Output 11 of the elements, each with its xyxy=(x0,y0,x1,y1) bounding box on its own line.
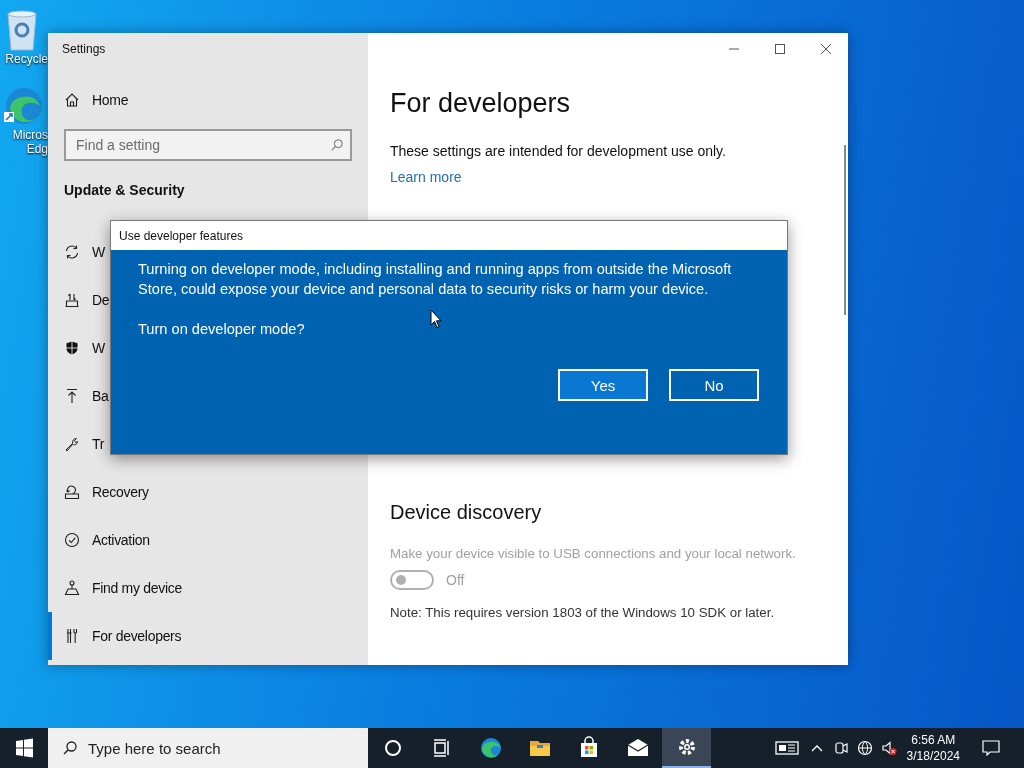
window-title: Settings xyxy=(62,42,107,58)
section-title: Device discovery xyxy=(390,501,543,524)
note-text: Note: This requires version 1803 of the Windows 10 SDK or later. xyxy=(390,605,776,620)
intro-text: These settings are intended for development use only. xyxy=(390,143,727,159)
page-title: For developers xyxy=(390,88,572,119)
dialog-title: Use developer features xyxy=(111,221,787,250)
section-heading: Update & Security xyxy=(64,182,186,198)
toggle-label: Off xyxy=(446,572,465,588)
setting-description: Make your device visible to USB connections and your local network. xyxy=(390,546,797,561)
dialog-message: Turning on developer mode, including installing and running apps from outside the Microsoft Store, could expose your device and personal data to security risks or harm your device. xyxy=(138,260,733,299)
dialog-question: Turn on developer mode? xyxy=(138,320,306,339)
